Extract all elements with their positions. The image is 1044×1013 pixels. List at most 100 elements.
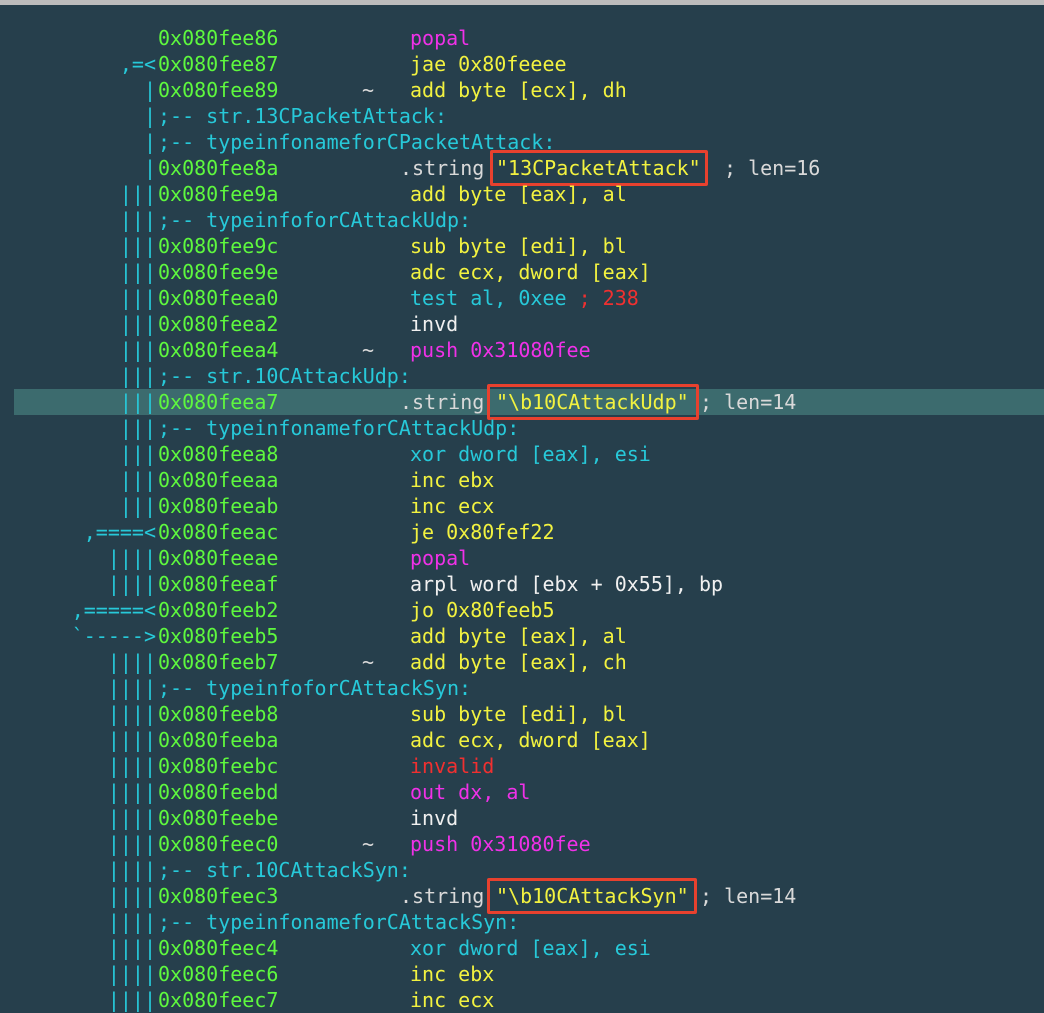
listing-row[interactable]: ||| 0x080feea4 ~ push 0x31080fee	[0, 337, 1044, 363]
listing-row[interactable]: |||| ;-- typeinfonameforCAttackSyn:	[0, 909, 1044, 935]
address[interactable]: 0x080feea8	[158, 441, 278, 467]
address[interactable]: 0x080feec4	[158, 935, 278, 961]
listing-row[interactable]: |||| 0x080feeba adc ecx, dword [eax]	[0, 727, 1044, 753]
tilde-marker: ~	[362, 650, 375, 674]
listing-row[interactable]: |||| 0x080feebc invalid	[0, 753, 1044, 779]
flow-arrow-glyphs: |	[143, 130, 156, 154]
listing-row[interactable]: `-----> 0x080feeb5 add byte [eax], al	[0, 623, 1044, 649]
flow-arrow-glyphs: |||	[119, 442, 156, 466]
listing-row[interactable]: ||| 0x080feea8 xor dword [eax], esi	[0, 441, 1044, 467]
instruction: jo 0x80feeb5	[410, 597, 555, 623]
flow-arrow-glyphs: ||||	[107, 754, 156, 778]
listing-row[interactable]: ,====< 0x080feeac je 0x80fef22	[0, 519, 1044, 545]
address[interactable]: 0x080feea7	[158, 389, 278, 415]
flag-comment: ;-- typeinfoforCAttackUdp:	[158, 208, 472, 232]
address[interactable]: 0x080feebc	[158, 753, 278, 779]
listing-row[interactable]: |||| 0x080feeb7 ~ add byte [eax], ch	[0, 649, 1044, 675]
address[interactable]: 0x080feeae	[158, 545, 278, 571]
address[interactable]: 0x080feeaf	[158, 571, 278, 597]
instruction: add byte [eax], al	[410, 623, 627, 649]
instruction: adc ecx, dword [eax]	[410, 259, 651, 285]
address[interactable]: 0x080feea2	[158, 311, 278, 337]
address[interactable]: 0x080fee86	[158, 25, 278, 51]
listing-row[interactable]: 0x080fee86 popal	[0, 25, 1044, 51]
flow-arrow-glyphs: ||||	[107, 884, 156, 908]
listing-row[interactable]: ||| ;-- typeinfonameforCAttackUdp:	[0, 415, 1044, 441]
instruction: xor dword [eax], esi	[410, 441, 651, 467]
listing-row[interactable]: |||| 0x080feeae popal	[0, 545, 1044, 571]
listing-row[interactable]: | 0x080fee89 ~ add byte [ecx], dh	[0, 77, 1044, 103]
listing-row[interactable]: |||| 0x080feec7 inc ecx	[0, 987, 1044, 1013]
address[interactable]: 0x080feeab	[158, 493, 278, 519]
flow-arrow-glyphs: ||||	[107, 650, 156, 674]
address[interactable]: 0x080feea0	[158, 285, 278, 311]
address[interactable]: 0x080fee9e	[158, 259, 278, 285]
string-directive: .string	[400, 390, 485, 414]
flow-arrow-glyphs: |||	[119, 338, 156, 362]
address[interactable]: 0x080feeb5	[158, 623, 278, 649]
string-length-comment: ; len=14	[700, 884, 797, 908]
listing-row[interactable]: ||| 0x080feea0 test al, 0xee ; 238	[0, 285, 1044, 311]
flag-comment: ;-- typeinfonameforCAttackSyn:	[158, 910, 520, 934]
instruction: xor dword [eax], esi	[410, 935, 651, 961]
address[interactable]: 0x080fee8a	[158, 155, 278, 181]
address[interactable]: 0x080feebe	[158, 805, 278, 831]
flag-comment: ;-- typeinfoforCAttackSyn:	[158, 676, 472, 700]
listing-row[interactable]: ||| ;-- typeinfoforCAttackUdp:	[0, 207, 1044, 233]
listing-row[interactable]: |||| 0x080feeb8 sub byte [edi], bl	[0, 701, 1044, 727]
address[interactable]: 0x080feec0	[158, 831, 278, 857]
listing-row[interactable]: ||| 0x080fee9e adc ecx, dword [eax]	[0, 259, 1044, 285]
flow-arrow-glyphs: |||	[119, 234, 156, 258]
instruction-text: sub byte [edi], bl	[410, 234, 627, 258]
listing-row[interactable]: ||| 0x080feeab inc ecx	[0, 493, 1044, 519]
address[interactable]: 0x080feeb7	[158, 649, 278, 675]
listing-row[interactable]: ||| 0x080fee9c sub byte [edi], bl	[0, 233, 1044, 259]
listing-row[interactable]: |||| 0x080feebd out dx, al	[0, 779, 1044, 805]
address[interactable]: 0x080fee9c	[158, 233, 278, 259]
listing-row[interactable]: |||| 0x080feec0 ~ push 0x31080fee	[0, 831, 1044, 857]
instruction-text: adc ecx, dword [eax]	[410, 728, 651, 752]
listing-row[interactable]: ||| 0x080fee9a add byte [eax], al	[0, 181, 1044, 207]
instruction: add byte [eax], al	[410, 181, 627, 207]
flow-arrow-glyphs: ||||	[107, 572, 156, 596]
address[interactable]: 0x080fee9a	[158, 181, 278, 207]
address[interactable]: 0x080feeaa	[158, 467, 278, 493]
listing-row[interactable]: |||| 0x080feec4 xor dword [eax], esi	[0, 935, 1044, 961]
listing-row[interactable]: ||| 0x080feeaa inc ebx	[0, 467, 1044, 493]
address[interactable]: 0x080feeb8	[158, 701, 278, 727]
listing-row[interactable]: | ;-- str.13CPacketAttack:	[0, 103, 1044, 129]
address[interactable]: 0x080feec6	[158, 961, 278, 987]
address[interactable]: 0x080feeb2	[158, 597, 278, 623]
flow-arrow-glyphs: |||	[119, 364, 156, 388]
instruction-text: jo 0x80feeb5	[410, 598, 555, 622]
instruction-text: arpl word [ebx + 0x55], bp	[410, 572, 724, 596]
instruction: inc ecx	[410, 987, 494, 1013]
instruction-text: invd	[410, 312, 459, 336]
address[interactable]: 0x080feeac	[158, 519, 278, 545]
instruction-text: push 0x31080fee	[410, 338, 591, 362]
instruction-text: xor dword [eax], esi	[410, 936, 651, 960]
instruction-text: popal	[410, 26, 471, 50]
instruction: inc ebx	[410, 961, 494, 987]
tilde-marker: ~	[362, 78, 375, 102]
listing-row[interactable]: |||| 0x080feec6 inc ebx	[0, 961, 1044, 987]
flow-arrow-glyphs: ,=<	[119, 52, 156, 76]
instruction: je 0x80fef22	[410, 519, 555, 545]
instruction-text: add byte [ecx], dh	[410, 78, 627, 102]
instruction: push 0x31080fee	[410, 337, 591, 363]
address[interactable]: 0x080feec7	[158, 987, 278, 1013]
listing-row[interactable]: |||| 0x080feebe invd	[0, 805, 1044, 831]
address[interactable]: 0x080fee87	[158, 51, 278, 77]
address[interactable]: 0x080feec3	[158, 883, 278, 909]
flow-arrow-glyphs: ||||	[107, 910, 156, 934]
address[interactable]: 0x080fee89	[158, 77, 278, 103]
listing-row[interactable]: ||| 0x080feea2 invd	[0, 311, 1044, 337]
listing-row[interactable]: ,=====< 0x080feeb2 jo 0x80feeb5	[0, 597, 1044, 623]
address[interactable]: 0x080feebd	[158, 779, 278, 805]
listing-row[interactable]: |||| ;-- typeinfoforCAttackSyn:	[0, 675, 1044, 701]
flag-comment: ;-- str.13CPacketAttack:	[158, 104, 447, 128]
address[interactable]: 0x080feea4	[158, 337, 278, 363]
listing-row[interactable]: ,=< 0x080fee87 jae 0x80feeee	[0, 51, 1044, 77]
listing-row[interactable]: |||| 0x080feeaf arpl word [ebx + 0x55], bp	[0, 571, 1044, 597]
address[interactable]: 0x080feeba	[158, 727, 278, 753]
